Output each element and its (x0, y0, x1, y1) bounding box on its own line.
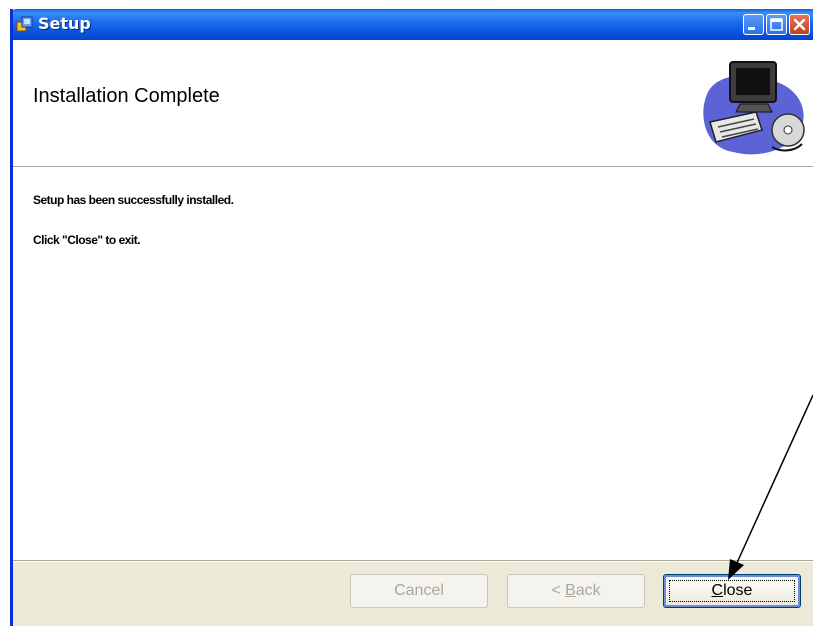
annotation-arrow (728, 394, 813, 580)
